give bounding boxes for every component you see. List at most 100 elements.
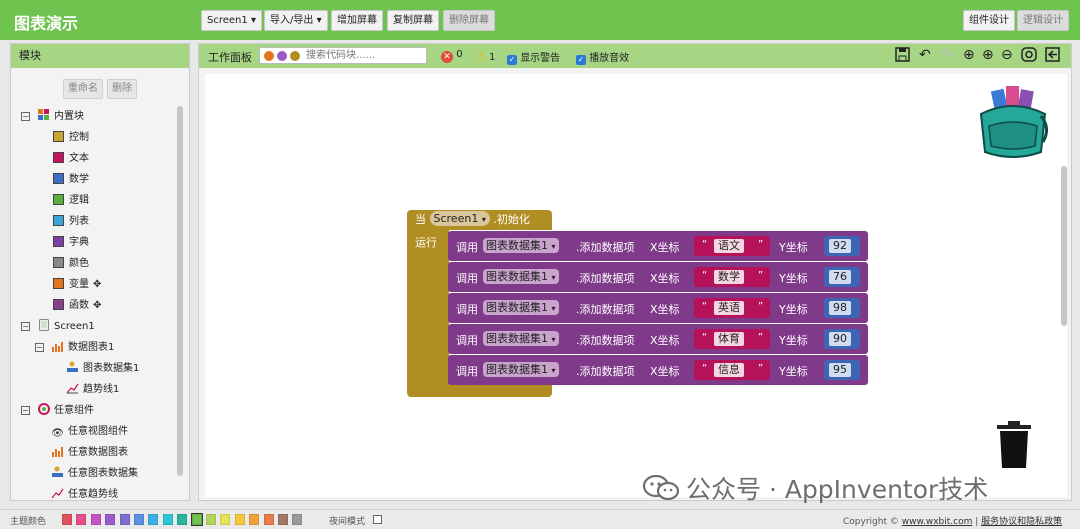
text-block[interactable]: “ 数学 ”	[694, 267, 770, 287]
tree-any-view[interactable]: 👁 任意视图组件	[51, 423, 128, 441]
export-icon[interactable]	[1045, 47, 1060, 66]
redo-icon[interactable]: ↷	[941, 47, 953, 63]
tree-screen[interactable]: − Screen1	[21, 318, 95, 336]
component-dropdown[interactable]: 图表数据集1 ▾	[483, 331, 559, 346]
warning-indicator[interactable]: ⚠ 1	[475, 49, 495, 63]
text-value[interactable]: 数学	[714, 270, 744, 284]
category-math[interactable]: 数学	[53, 171, 89, 189]
add-entry-block-4[interactable]: 调用 图表数据集1 ▾ .添加数据项 X坐标 “ 体育 ” Y坐标 90	[448, 324, 868, 354]
vertical-scrollbar[interactable]	[1061, 166, 1067, 326]
zoom-in-icon[interactable]: ⊕	[982, 47, 994, 63]
theme-color-swatch[interactable]	[62, 514, 72, 525]
theme-color-swatch[interactable]	[162, 514, 173, 525]
text-block[interactable]: “ 信息 ”	[694, 360, 770, 380]
undo-icon[interactable]: ↶	[919, 47, 931, 63]
text-value[interactable]: 语文	[714, 239, 744, 253]
theme-color-swatch[interactable]	[190, 513, 203, 526]
text-value[interactable]: 英语	[714, 301, 744, 315]
theme-color-swatch[interactable]	[90, 514, 101, 525]
policy-link[interactable]: 服务协议和隐私政策	[981, 517, 1062, 527]
number-block[interactable]: 90	[824, 329, 860, 349]
theme-color-swatch[interactable]	[220, 514, 231, 525]
collapse-icon[interactable]: −	[35, 343, 44, 352]
component-dropdown[interactable]: 图表数据集1 ▾	[483, 300, 559, 315]
category-logic[interactable]: 逻辑	[53, 192, 89, 210]
designer-button[interactable]: 组件设计	[963, 10, 1015, 31]
category-lists[interactable]: 列表	[53, 213, 89, 231]
event-screen-dropdown[interactable]: Screen1 ▾	[429, 211, 490, 226]
delete-button[interactable]: 删除	[107, 79, 137, 99]
number-block[interactable]: 76	[824, 267, 860, 287]
night-mode-checkbox[interactable]	[373, 515, 382, 524]
add-entry-block-1[interactable]: 调用 图表数据集1 ▾ .添加数据项 X坐标 “ 语文 ” Y坐标 92	[448, 231, 868, 261]
theme-color-swatch[interactable]	[234, 514, 245, 525]
collapse-icon[interactable]: −	[21, 322, 30, 331]
category-colors[interactable]: 颜色	[53, 255, 89, 273]
checkbox-checked-icon[interactable]: ✓	[507, 55, 517, 65]
trash-icon[interactable]	[997, 421, 1031, 469]
delete-screen-button[interactable]: 删除屏幕	[443, 10, 495, 31]
number-value[interactable]: 76	[829, 270, 851, 284]
collapse-icon[interactable]: −	[21, 112, 30, 121]
component-dropdown[interactable]: 图表数据集1 ▾	[483, 269, 559, 284]
theme-color-swatch[interactable]	[263, 514, 274, 525]
block-search[interactable]	[259, 47, 427, 64]
number-block[interactable]: 98	[824, 298, 860, 318]
copy-screen-button[interactable]: 复制屏幕	[387, 10, 439, 31]
number-block[interactable]: 92	[824, 236, 860, 256]
blocks-editor-button[interactable]: 逻辑设计	[1017, 10, 1069, 31]
text-block[interactable]: “ 体育 ”	[694, 329, 770, 349]
center-icon[interactable]: ⊕	[963, 47, 975, 63]
tree-any-component[interactable]: − 任意组件	[21, 402, 94, 420]
theme-color-swatch[interactable]	[134, 514, 144, 525]
rename-button[interactable]: 重命名	[63, 79, 103, 99]
text-block[interactable]: “ 英语 ”	[694, 298, 770, 318]
text-value[interactable]: 体育	[714, 332, 744, 346]
import-export-menu[interactable]: 导入/导出 ▾	[264, 10, 328, 31]
error-indicator[interactable]: ✕ 0	[441, 49, 463, 63]
theme-color-swatch[interactable]	[292, 514, 303, 525]
theme-color-swatch[interactable]	[278, 514, 288, 525]
collapse-icon[interactable]: −	[21, 406, 30, 415]
tree-any-chart-data[interactable]: 任意图表数据集	[51, 465, 138, 483]
checkbox-checked-icon[interactable]: ✓	[576, 55, 586, 65]
theme-color-swatch[interactable]	[148, 514, 159, 525]
tree-any-chart[interactable]: 任意数据图表	[51, 444, 128, 462]
add-entry-block-5[interactable]: 调用 图表数据集1 ▾ .添加数据项 X坐标 “ 信息 ” Y坐标 95	[448, 355, 868, 385]
number-value[interactable]: 95	[829, 363, 851, 377]
tree-chart-data[interactable]: 图表数据集1	[66, 360, 139, 378]
category-dictionaries[interactable]: 字典	[53, 234, 89, 252]
screenshot-icon[interactable]	[1021, 47, 1037, 66]
tree-any-trendline[interactable]: 任意趋势线	[51, 486, 118, 500]
category-control[interactable]: 控制	[53, 129, 89, 147]
left-scrollbar[interactable]	[177, 106, 183, 476]
show-warnings-toggle[interactable]: ✓ 显示警告	[507, 49, 560, 65]
number-block[interactable]: 95	[824, 360, 860, 380]
theme-color-swatch[interactable]	[206, 514, 216, 525]
number-value[interactable]: 92	[829, 239, 851, 253]
text-value[interactable]: 信息	[714, 363, 744, 377]
blocks-canvas[interactable]: 当 Screen1 ▾ .初始化 运行 调用 图表数据集1 ▾ .添加数据项 X…	[205, 74, 1067, 497]
block-search-input[interactable]	[306, 49, 424, 62]
category-procedures[interactable]: 函数 ✥	[53, 297, 101, 315]
save-icon[interactable]	[895, 47, 910, 66]
backpack-icon[interactable]	[975, 84, 1055, 160]
tree-builtin[interactable]: − 内置块	[21, 108, 84, 126]
component-dropdown[interactable]: 图表数据集1 ▾	[483, 362, 559, 377]
theme-color-swatch[interactable]	[119, 514, 130, 525]
category-variables[interactable]: 变量 ✥	[53, 276, 101, 294]
text-block[interactable]: “ 语文 ”	[694, 236, 770, 256]
add-entry-block-2[interactable]: 调用 图表数据集1 ▾ .添加数据项 X坐标 “ 数学 ” Y坐标 76	[448, 262, 868, 292]
theme-color-swatch[interactable]	[76, 514, 87, 525]
theme-color-swatch[interactable]	[105, 514, 116, 525]
add-entry-block-3[interactable]: 调用 图表数据集1 ▾ .添加数据项 X坐标 “ 英语 ” Y坐标 98	[448, 293, 868, 323]
component-dropdown[interactable]: 图表数据集1 ▾	[483, 238, 559, 253]
tree-trendline[interactable]: 趋势线1	[66, 381, 119, 399]
add-screen-button[interactable]: 增加屏幕	[331, 10, 383, 31]
screen-selector[interactable]: Screen1 ▾	[201, 10, 262, 31]
site-link[interactable]: www.wxbit.com	[902, 517, 973, 527]
play-sound-toggle[interactable]: ✓ 播放音效	[576, 49, 629, 65]
number-value[interactable]: 98	[829, 301, 851, 315]
tree-chart[interactable]: − 数据图表1	[35, 339, 114, 357]
category-text[interactable]: 文本	[53, 150, 89, 168]
